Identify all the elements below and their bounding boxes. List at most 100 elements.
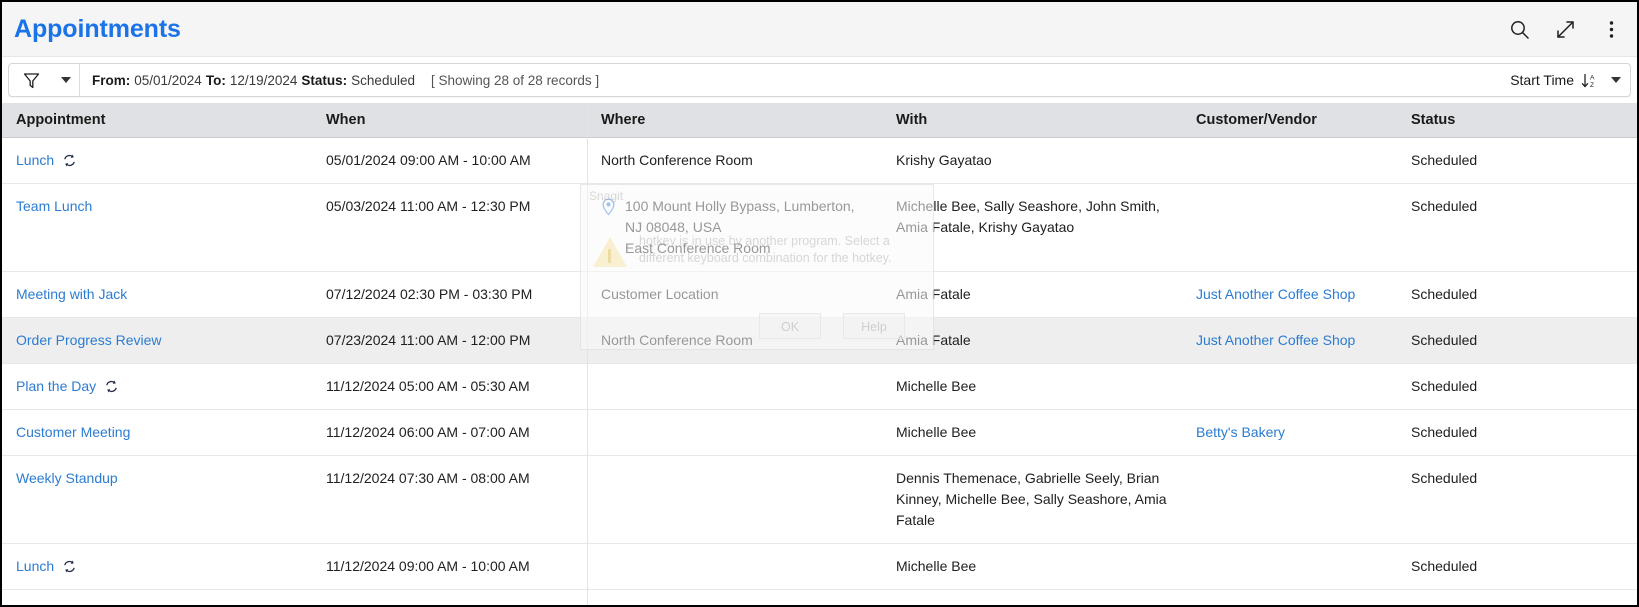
appointment-link[interactable]: Order Progress Review xyxy=(16,330,162,351)
more-icon[interactable] xyxy=(1599,18,1623,42)
appointment-link[interactable]: Meeting with Jack xyxy=(16,284,127,305)
cell-where xyxy=(587,455,882,544)
cell-with: Michelle Bee, Sally Seashore, John Smith… xyxy=(882,183,1182,272)
filter-dropdown-button[interactable] xyxy=(53,77,79,83)
sort-ascending-icon: A Z xyxy=(1581,72,1598,89)
cell-status: Scheduled xyxy=(1397,317,1637,364)
appointment-link[interactable]: Lunch xyxy=(16,556,54,577)
column-header-where[interactable]: Where xyxy=(587,103,882,138)
search-icon[interactable] xyxy=(1507,18,1531,42)
cell-customer-vendor xyxy=(1182,183,1397,272)
cell-where: North Conference Room xyxy=(587,317,882,364)
cell-with: Michelle Bee xyxy=(882,543,1182,590)
cell-when: 07/23/2024 11:00 AM - 12:00 PM xyxy=(312,317,587,364)
table-row[interactable]: Plan the Day 11/13/2024 05:00 AM - 05:30 … xyxy=(2,589,1637,606)
to-value: 12/19/2024 xyxy=(229,72,298,88)
location-pin-icon xyxy=(601,196,618,259)
expand-icon[interactable] xyxy=(1553,18,1577,42)
cell-when: 11/12/2024 07:30 AM - 08:00 AM xyxy=(312,455,587,544)
cell-when: 11/12/2024 05:00 AM - 05:30 AM xyxy=(312,363,587,410)
appointment-link[interactable]: Customer Meeting xyxy=(16,422,130,443)
cell-when: 11/12/2024 06:00 AM - 07:00 AM xyxy=(312,409,587,456)
column-header-status[interactable]: Status xyxy=(1397,103,1637,138)
cell-customer-vendor xyxy=(1182,137,1397,184)
table-header-row: Appointment When Where With Customer/Ven… xyxy=(2,103,1637,138)
appointment-link[interactable]: Plan the Day xyxy=(16,376,96,397)
filter-bar: From: 05/01/2024 To: 12/19/2024 Status: … xyxy=(2,57,1637,103)
where-text: Customer Location xyxy=(601,285,719,302)
cell-appointment: Customer Meeting xyxy=(2,409,312,456)
where-text: North Conference Room xyxy=(601,331,753,348)
customer-link[interactable]: Just Another Coffee Shop xyxy=(1196,286,1355,302)
cell-status: Scheduled xyxy=(1397,363,1637,410)
cell-with: Michelle Bee xyxy=(882,589,1182,605)
column-header-with[interactable]: With xyxy=(882,103,1182,138)
cell-where: 100 Mount Holly Bypass, Lumberton, NJ 080… xyxy=(587,183,882,272)
cell-status: Scheduled xyxy=(1397,589,1637,605)
cell-when: 11/12/2024 09:00 AM - 10:00 AM xyxy=(312,543,587,590)
appointments-window: Appointments From: 05/01/2024 To: 12/19/… xyxy=(0,0,1639,607)
cell-status: Scheduled xyxy=(1397,137,1637,184)
table-row[interactable]: Weekly Standup 11/12/2024 07:30 AM - 08:0… xyxy=(2,455,1637,544)
appointment-link[interactable]: Plan the Day xyxy=(16,602,96,606)
cell-when: 05/01/2024 09:00 AM - 10:00 AM xyxy=(312,137,587,184)
cell-when: 05/03/2024 11:00 AM - 12:30 PM xyxy=(312,183,587,272)
cell-appointment: Meeting with Jack xyxy=(2,271,312,318)
customer-link[interactable]: Betty's Bakery xyxy=(1196,424,1285,440)
cell-status: Scheduled xyxy=(1397,455,1637,544)
cell-status: Scheduled xyxy=(1397,543,1637,590)
sort-control[interactable]: Start Time A Z xyxy=(1496,63,1602,97)
cell-customer-vendor: Just Another Coffee Shop xyxy=(1182,271,1397,318)
chevron-down-icon xyxy=(61,77,71,83)
svg-text:Z: Z xyxy=(1590,82,1594,89)
cell-appointment: Order Progress Review xyxy=(2,317,312,364)
page-title: Appointments xyxy=(14,14,181,43)
column-header-appointment[interactable]: Appointment xyxy=(2,103,312,138)
svg-text:A: A xyxy=(1590,74,1595,81)
filter-summary: From: 05/01/2024 To: 12/19/2024 Status: … xyxy=(92,73,599,88)
table-header: Appointment When Where With Customer/Ven… xyxy=(2,103,1637,138)
from-label: From: xyxy=(92,72,131,88)
cell-status: Scheduled xyxy=(1397,409,1637,456)
table-row[interactable]: Plan the Day 11/12/2024 05:00 AM - 05:30 … xyxy=(2,363,1637,410)
sort-dropdown-button[interactable] xyxy=(1602,77,1630,83)
cell-customer-vendor xyxy=(1182,589,1397,605)
cell-customer-vendor xyxy=(1182,543,1397,590)
appointments-table-wrap: Appointment When Where With Customer/Ven… xyxy=(2,103,1637,606)
cell-where xyxy=(587,409,882,456)
table-row[interactable]: Meeting with Jack 07/12/2024 02:30 PM - 0… xyxy=(2,271,1637,318)
column-header-when[interactable]: When xyxy=(312,103,587,138)
cell-with: Amia Fatale xyxy=(882,271,1182,318)
cell-when: 07/12/2024 02:30 PM - 03:30 PM xyxy=(312,271,587,318)
filter-box: From: 05/01/2024 To: 12/19/2024 Status: … xyxy=(8,63,1631,97)
cell-customer-vendor: Betty's Bakery xyxy=(1182,409,1397,456)
appointment-link[interactable]: Weekly Standup xyxy=(16,468,118,489)
customer-link[interactable]: Just Another Coffee Shop xyxy=(1196,332,1355,348)
cell-with: Krishy Gayatao xyxy=(882,137,1182,184)
appointment-link[interactable]: Team Lunch xyxy=(16,196,92,217)
cell-where xyxy=(587,363,882,410)
cell-with: Michelle Bee xyxy=(882,363,1182,410)
status-label: Status: xyxy=(301,72,348,88)
appointment-link[interactable]: Lunch xyxy=(16,150,54,171)
table-row[interactable]: Lunch 11/12/2024 09:00 AM - 10:00 AM Miche… xyxy=(2,543,1637,590)
sort-label: Start Time xyxy=(1510,72,1574,88)
cell-with: Amia Fatale xyxy=(882,317,1182,364)
cell-appointment: Lunch xyxy=(2,137,312,184)
table-row[interactable]: Team Lunch 05/03/2024 11:00 AM - 12:30 PM… xyxy=(2,183,1637,272)
column-header-customer[interactable]: Customer/Vendor xyxy=(1182,103,1397,138)
table-row[interactable]: Lunch 05/01/2024 09:00 AM - 10:00 AM North… xyxy=(2,137,1637,184)
titlebar-actions xyxy=(1507,2,1623,57)
table-row[interactable]: Customer Meeting 11/12/2024 06:00 AM - 07… xyxy=(2,409,1637,456)
cell-appointment: Weekly Standup xyxy=(2,455,312,544)
chevron-down-icon xyxy=(1611,77,1621,83)
table-body: Lunch 05/01/2024 09:00 AM - 10:00 AM North… xyxy=(2,137,1637,606)
where-text: North Conference Room xyxy=(601,151,753,168)
table-row[interactable]: Order Progress Review 07/23/2024 11:00 AM… xyxy=(2,317,1637,364)
cell-with: Dennis Themenace, Gabrielle Seely, Brian… xyxy=(882,455,1182,544)
status-value: Scheduled xyxy=(351,72,415,88)
filter-funnel-icon[interactable] xyxy=(9,71,53,90)
cell-status: Scheduled xyxy=(1397,183,1637,272)
cell-where xyxy=(587,589,882,605)
cell-status: Scheduled xyxy=(1397,271,1637,318)
